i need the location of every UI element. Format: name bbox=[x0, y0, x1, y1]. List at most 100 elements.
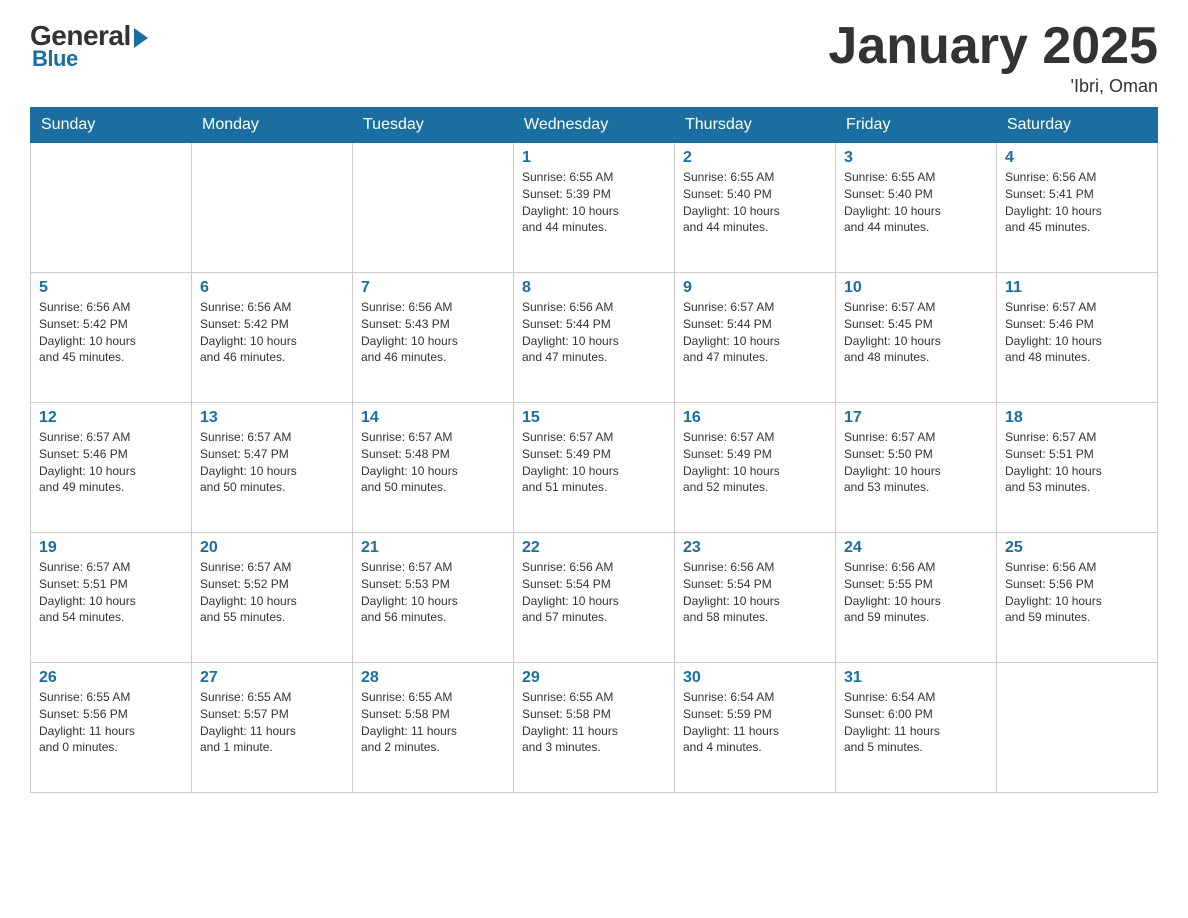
day-info: Sunrise: 6:57 AMSunset: 5:44 PMDaylight:… bbox=[683, 299, 827, 366]
day-info: Sunrise: 6:57 AMSunset: 5:52 PMDaylight:… bbox=[200, 559, 344, 626]
calendar-table: SundayMondayTuesdayWednesdayThursdayFrid… bbox=[30, 107, 1158, 793]
calendar-cell: 23Sunrise: 6:56 AMSunset: 5:54 PMDayligh… bbox=[675, 533, 836, 663]
title-section: January 2025 'Ibri, Oman bbox=[828, 20, 1158, 97]
day-info: Sunrise: 6:55 AMSunset: 5:58 PMDaylight:… bbox=[361, 689, 505, 756]
day-info: Sunrise: 6:57 AMSunset: 5:45 PMDaylight:… bbox=[844, 299, 988, 366]
day-info: Sunrise: 6:56 AMSunset: 5:43 PMDaylight:… bbox=[361, 299, 505, 366]
calendar-week-row: 12 Sunrise: 6:57 AMSunset: 5:46 PMDayligh… bbox=[31, 403, 1158, 533]
day-info: Sunrise: 6:56 AMSunset: 5:54 PMDaylight:… bbox=[522, 559, 666, 626]
calendar-day-header: Monday bbox=[192, 108, 353, 143]
day-number: 15 bbox=[522, 409, 666, 427]
calendar-day-header: Saturday bbox=[997, 108, 1158, 143]
calendar-cell: 9Sunrise: 6:57 AMSunset: 5:44 PMDaylight… bbox=[675, 273, 836, 403]
calendar-cell: 4 Sunrise: 6:56 AMSunset: 5:41 PMDaylight… bbox=[997, 143, 1158, 273]
calendar-cell: 18 Sunrise: 6:57 AMSunset: 5:51 PMDayligh… bbox=[997, 403, 1158, 533]
calendar-header-row: SundayMondayTuesdayWednesdayThursdayFrid… bbox=[31, 108, 1158, 143]
day-number: 24 bbox=[844, 539, 988, 557]
calendar-cell: 19 Sunrise: 6:57 AMSunset: 5:51 PMDayligh… bbox=[31, 533, 192, 663]
day-number: 20 bbox=[200, 539, 344, 557]
calendar-cell bbox=[997, 663, 1158, 793]
day-number: 5 bbox=[39, 279, 183, 297]
logo-blue-text: Blue bbox=[32, 46, 78, 72]
calendar-cell bbox=[353, 143, 514, 273]
day-info: Sunrise: 6:57 AMSunset: 5:49 PMDaylight:… bbox=[683, 429, 827, 496]
calendar-cell: 29 Sunrise: 6:55 AMSunset: 5:58 PMDayligh… bbox=[514, 663, 675, 793]
day-info: Sunrise: 6:56 AMSunset: 5:54 PMDaylight:… bbox=[683, 559, 827, 626]
day-info: Sunrise: 6:57 AMSunset: 5:46 PMDaylight:… bbox=[39, 429, 183, 496]
day-number: 2 bbox=[683, 149, 827, 167]
calendar-cell: 25 Sunrise: 6:56 AMSunset: 5:56 PMDayligh… bbox=[997, 533, 1158, 663]
day-number: 28 bbox=[361, 669, 505, 687]
calendar-cell: 16 Sunrise: 6:57 AMSunset: 5:49 PMDayligh… bbox=[675, 403, 836, 533]
calendar-week-row: 1Sunrise: 6:55 AMSunset: 5:39 PMDaylight… bbox=[31, 143, 1158, 273]
day-info: Sunrise: 6:55 AMSunset: 5:58 PMDaylight:… bbox=[522, 689, 666, 756]
day-number: 8 bbox=[522, 279, 666, 297]
day-number: 12 bbox=[39, 409, 183, 427]
calendar-week-row: 26 Sunrise: 6:55 AMSunset: 5:56 PMDayligh… bbox=[31, 663, 1158, 793]
day-number: 7 bbox=[361, 279, 505, 297]
calendar-cell: 22 Sunrise: 6:56 AMSunset: 5:54 PMDayligh… bbox=[514, 533, 675, 663]
day-number: 14 bbox=[361, 409, 505, 427]
day-info: Sunrise: 6:55 AMSunset: 5:56 PMDaylight:… bbox=[39, 689, 183, 756]
calendar-cell: 31Sunrise: 6:54 AMSunset: 6:00 PMDayligh… bbox=[836, 663, 997, 793]
calendar-cell: 21Sunrise: 6:57 AMSunset: 5:53 PMDayligh… bbox=[353, 533, 514, 663]
day-info: Sunrise: 6:57 AMSunset: 5:49 PMDaylight:… bbox=[522, 429, 666, 496]
day-number: 22 bbox=[522, 539, 666, 557]
calendar-cell bbox=[192, 143, 353, 273]
day-info: Sunrise: 6:54 AMSunset: 5:59 PMDaylight:… bbox=[683, 689, 827, 756]
day-info: Sunrise: 6:56 AMSunset: 5:44 PMDaylight:… bbox=[522, 299, 666, 366]
day-info: Sunrise: 6:56 AMSunset: 5:42 PMDaylight:… bbox=[200, 299, 344, 366]
day-number: 27 bbox=[200, 669, 344, 687]
location-text: 'Ibri, Oman bbox=[828, 76, 1158, 97]
day-number: 19 bbox=[39, 539, 183, 557]
calendar-cell: 15 Sunrise: 6:57 AMSunset: 5:49 PMDayligh… bbox=[514, 403, 675, 533]
calendar-day-header: Friday bbox=[836, 108, 997, 143]
day-info: Sunrise: 6:57 AMSunset: 5:46 PMDaylight:… bbox=[1005, 299, 1149, 366]
day-number: 11 bbox=[1005, 279, 1149, 297]
day-number: 1 bbox=[522, 149, 666, 167]
day-number: 18 bbox=[1005, 409, 1149, 427]
calendar-cell: 8 Sunrise: 6:56 AMSunset: 5:44 PMDaylight… bbox=[514, 273, 675, 403]
calendar-cell: 11 Sunrise: 6:57 AMSunset: 5:46 PMDayligh… bbox=[997, 273, 1158, 403]
day-info: Sunrise: 6:56 AMSunset: 5:41 PMDaylight:… bbox=[1005, 169, 1149, 236]
calendar-day-header: Tuesday bbox=[353, 108, 514, 143]
day-number: 6 bbox=[200, 279, 344, 297]
day-info: Sunrise: 6:57 AMSunset: 5:50 PMDaylight:… bbox=[844, 429, 988, 496]
day-number: 3 bbox=[844, 149, 988, 167]
day-number: 26 bbox=[39, 669, 183, 687]
calendar-cell: 24 Sunrise: 6:56 AMSunset: 5:55 PMDayligh… bbox=[836, 533, 997, 663]
calendar-day-header: Wednesday bbox=[514, 108, 675, 143]
calendar-cell: 7 Sunrise: 6:56 AMSunset: 5:43 PMDaylight… bbox=[353, 273, 514, 403]
calendar-cell bbox=[31, 143, 192, 273]
day-info: Sunrise: 6:54 AMSunset: 6:00 PMDaylight:… bbox=[844, 689, 988, 756]
calendar-week-row: 19 Sunrise: 6:57 AMSunset: 5:51 PMDayligh… bbox=[31, 533, 1158, 663]
day-info: Sunrise: 6:57 AMSunset: 5:48 PMDaylight:… bbox=[361, 429, 505, 496]
calendar-day-header: Sunday bbox=[31, 108, 192, 143]
calendar-cell: 14 Sunrise: 6:57 AMSunset: 5:48 PMDayligh… bbox=[353, 403, 514, 533]
day-info: Sunrise: 6:56 AMSunset: 5:56 PMDaylight:… bbox=[1005, 559, 1149, 626]
day-info: Sunrise: 6:57 AMSunset: 5:47 PMDaylight:… bbox=[200, 429, 344, 496]
calendar-cell: 26 Sunrise: 6:55 AMSunset: 5:56 PMDayligh… bbox=[31, 663, 192, 793]
day-info: Sunrise: 6:55 AMSunset: 5:57 PMDaylight:… bbox=[200, 689, 344, 756]
calendar-cell: 12 Sunrise: 6:57 AMSunset: 5:46 PMDayligh… bbox=[31, 403, 192, 533]
day-info: Sunrise: 6:57 AMSunset: 5:51 PMDaylight:… bbox=[1005, 429, 1149, 496]
calendar-day-header: Thursday bbox=[675, 108, 836, 143]
calendar-cell: 3Sunrise: 6:55 AMSunset: 5:40 PMDaylight… bbox=[836, 143, 997, 273]
calendar-cell: 17Sunrise: 6:57 AMSunset: 5:50 PMDayligh… bbox=[836, 403, 997, 533]
day-info: Sunrise: 6:57 AMSunset: 5:53 PMDaylight:… bbox=[361, 559, 505, 626]
day-info: Sunrise: 6:56 AMSunset: 5:55 PMDaylight:… bbox=[844, 559, 988, 626]
day-number: 29 bbox=[522, 669, 666, 687]
calendar-cell: 28 Sunrise: 6:55 AMSunset: 5:58 PMDayligh… bbox=[353, 663, 514, 793]
day-info: Sunrise: 6:57 AMSunset: 5:51 PMDaylight:… bbox=[39, 559, 183, 626]
day-number: 16 bbox=[683, 409, 827, 427]
day-info: Sunrise: 6:55 AMSunset: 5:40 PMDaylight:… bbox=[683, 169, 827, 236]
month-title: January 2025 bbox=[828, 20, 1158, 72]
calendar-cell: 6 Sunrise: 6:56 AMSunset: 5:42 PMDaylight… bbox=[192, 273, 353, 403]
calendar-cell: 1Sunrise: 6:55 AMSunset: 5:39 PMDaylight… bbox=[514, 143, 675, 273]
day-number: 10 bbox=[844, 279, 988, 297]
day-number: 4 bbox=[1005, 149, 1149, 167]
calendar-cell: 10 Sunrise: 6:57 AMSunset: 5:45 PMDayligh… bbox=[836, 273, 997, 403]
page-header: General Blue January 2025 'Ibri, Oman bbox=[30, 20, 1158, 97]
day-number: 25 bbox=[1005, 539, 1149, 557]
day-number: 30 bbox=[683, 669, 827, 687]
